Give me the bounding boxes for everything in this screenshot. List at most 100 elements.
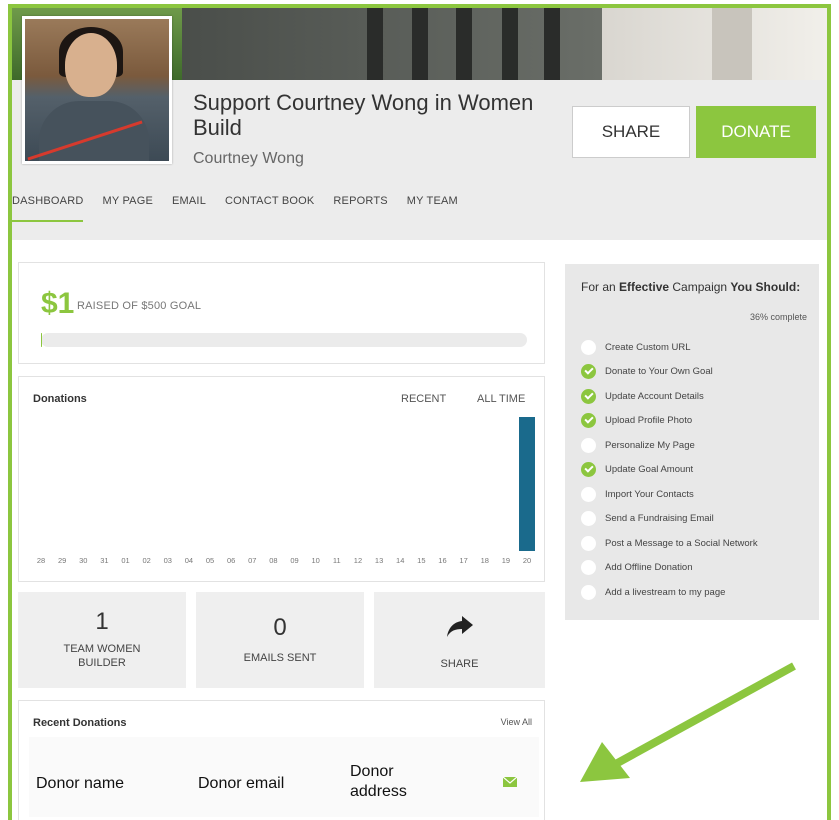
empty-circle-icon bbox=[581, 486, 596, 502]
chart-tick-label: 11 bbox=[333, 556, 341, 565]
checklist-item[interactable]: Update Account Details bbox=[581, 387, 704, 405]
checklist-item-label: Add Offline Donation bbox=[605, 562, 693, 573]
chart-tick-label: 14 bbox=[396, 556, 404, 565]
main-nav: DASHBOARD MY PAGE EMAIL CONTACT BOOK REP… bbox=[12, 192, 477, 222]
empty-circle-icon bbox=[581, 437, 596, 453]
checklist-item-label: Update Account Details bbox=[605, 390, 704, 402]
check-icon bbox=[581, 364, 596, 379]
page-title: Support Courtney Wong in Women Build bbox=[193, 90, 534, 140]
goal-progress-bar bbox=[41, 333, 527, 347]
chart-tick-label: 06 bbox=[227, 556, 235, 565]
chart-tick-label: 03 bbox=[164, 556, 172, 565]
chart-tick-label: 01 bbox=[121, 556, 129, 565]
checklist-item-label: Personalize My Page bbox=[605, 439, 695, 451]
donor-email-label: Donor email bbox=[198, 775, 285, 792]
chart-tick-label: 16 bbox=[438, 556, 446, 565]
empty-circle-icon bbox=[581, 339, 596, 355]
chart-tick-label: 02 bbox=[142, 556, 150, 565]
campaign-checklist: For an Effective Campaign You Should: 36… bbox=[565, 264, 819, 620]
checklist-item[interactable]: Add a livestream to my page bbox=[581, 583, 725, 601]
chart-tick-label: 07 bbox=[248, 556, 256, 565]
recent-donations-panel: Recent Donations View All bbox=[18, 700, 545, 820]
checklist-item[interactable]: Upload Profile Photo bbox=[581, 412, 692, 430]
check-icon bbox=[581, 462, 596, 477]
chart-tick-label: 09 bbox=[290, 556, 298, 565]
chart-tick-label: 13 bbox=[375, 556, 383, 565]
checklist-item-label: Import Your Contacts bbox=[605, 488, 694, 500]
donate-button[interactable]: DONATE bbox=[696, 106, 816, 158]
nav-my-page[interactable]: MY PAGE bbox=[102, 192, 153, 222]
tab-all-time[interactable]: ALL TIME bbox=[477, 393, 525, 405]
chart-tick-label: 17 bbox=[459, 556, 467, 565]
checklist-item-label: Donate to Your Own Goal bbox=[605, 366, 713, 377]
checklist-percent: 36% complete bbox=[749, 312, 807, 322]
check-icon bbox=[581, 388, 596, 404]
chart-tick-label: 04 bbox=[185, 556, 193, 565]
team-label: TEAM WOMEN BUILDER bbox=[63, 643, 141, 669]
raised-goal-text: RAISED OF $500 GOAL bbox=[77, 300, 202, 312]
share-button[interactable]: SHARE bbox=[572, 106, 690, 158]
nav-contact-book[interactable]: CONTACT BOOK bbox=[225, 192, 314, 222]
share-label: SHARE bbox=[440, 658, 479, 670]
tab-recent[interactable]: RECENT bbox=[401, 393, 446, 405]
avatar bbox=[22, 16, 172, 164]
share-arrow-icon bbox=[446, 616, 473, 637]
chart-tick-label: 20 bbox=[523, 556, 531, 565]
chart-tick-label: 10 bbox=[312, 556, 320, 565]
checklist-heading: For an Effective Campaign You Should: bbox=[581, 280, 801, 294]
checklist-item[interactable]: Personalize My Page bbox=[581, 436, 695, 454]
envelope-icon[interactable] bbox=[503, 777, 517, 787]
annotation-arrow-icon bbox=[580, 662, 796, 782]
checklist-item[interactable]: Update Goal Amount bbox=[581, 461, 693, 479]
chart-tick-label: 05 bbox=[206, 556, 214, 565]
donations-title: Donations bbox=[33, 393, 87, 405]
chart-tick-label: 30 bbox=[79, 556, 87, 565]
checklist-item-label: Post a Message to a Social Network bbox=[605, 537, 758, 549]
raised-amount: $1 bbox=[41, 287, 75, 320]
donor-address-label-line2: address bbox=[350, 783, 407, 800]
chart-bar bbox=[519, 417, 535, 551]
goal-progress-fill bbox=[41, 333, 42, 347]
nav-reports[interactable]: REPORTS bbox=[333, 192, 387, 222]
chart-tick-label: 19 bbox=[502, 556, 510, 565]
emails-count: 0 bbox=[273, 614, 287, 641]
nav-my-team[interactable]: MY TEAM bbox=[407, 192, 458, 222]
recent-donations-title: Recent Donations bbox=[33, 717, 127, 729]
emails-stat-tile[interactable]: 0 EMAILS SENT bbox=[196, 592, 364, 688]
checklist-item-label: Add a livestream to my page bbox=[605, 586, 726, 598]
team-count: 1 bbox=[95, 608, 109, 635]
empty-circle-icon bbox=[581, 511, 596, 526]
page-frame: Support Courtney Wong in Women Build Cou… bbox=[8, 4, 831, 820]
checklist-item[interactable]: Post a Message to a Social Network bbox=[581, 534, 758, 552]
empty-circle-icon bbox=[581, 584, 596, 600]
chart-tick-label: 31 bbox=[100, 556, 108, 565]
donations-chart: 28 29 30 31 01 02 03 04 05 06 07 08 09 10 11 12 13 14 15 16… bbox=[37, 417, 535, 565]
donor-name-label: Donor name bbox=[36, 775, 125, 792]
owner-name: Courtney Wong bbox=[193, 150, 304, 167]
raised-panel: $1 RAISED OF $500 GOAL bbox=[18, 262, 545, 364]
chart-tick-label: 08 bbox=[269, 556, 277, 565]
checklist-item[interactable]: Send a Fundraising Email bbox=[581, 510, 714, 528]
view-all-link[interactable]: View All bbox=[501, 717, 532, 727]
share-stat-tile[interactable]: SHARE bbox=[374, 592, 545, 688]
checklist-item-label: Send a Fundraising Email bbox=[605, 513, 714, 524]
chart-tick-label: 15 bbox=[417, 556, 425, 565]
checklist-item-label: Upload Profile Photo bbox=[605, 415, 693, 426]
donor-address-label-line1: Donor bbox=[350, 763, 394, 780]
nav-dashboard[interactable]: DASHBOARD bbox=[12, 192, 84, 222]
checklist-item[interactable]: Add Offline Donation bbox=[581, 559, 693, 577]
team-stat-tile[interactable]: 1 TEAM WOMEN BUILDER bbox=[18, 592, 186, 688]
checklist-item[interactable]: Import Your Contacts bbox=[581, 485, 694, 503]
empty-circle-icon bbox=[581, 560, 596, 575]
donations-panel: 28 29 30 31 01 02 03 04 05 06 07 08 09 10 11 12 13 14 15 16… bbox=[18, 376, 545, 582]
checklist-item-label: Create Custom URL bbox=[605, 341, 691, 353]
empty-circle-icon bbox=[581, 535, 596, 551]
chart-tick-label: 12 bbox=[354, 556, 362, 565]
chart-tick-label: 28 bbox=[37, 556, 45, 565]
checklist-item[interactable]: Create Custom URL bbox=[581, 338, 691, 356]
checklist-item[interactable]: Donate to Your Own Goal bbox=[581, 363, 713, 381]
nav-email[interactable]: EMAIL bbox=[172, 192, 206, 222]
checklist-item-label: Update Goal Amount bbox=[605, 464, 694, 475]
emails-label: EMAILS SENT bbox=[243, 652, 317, 664]
chart-tick-label: 29 bbox=[58, 556, 66, 565]
